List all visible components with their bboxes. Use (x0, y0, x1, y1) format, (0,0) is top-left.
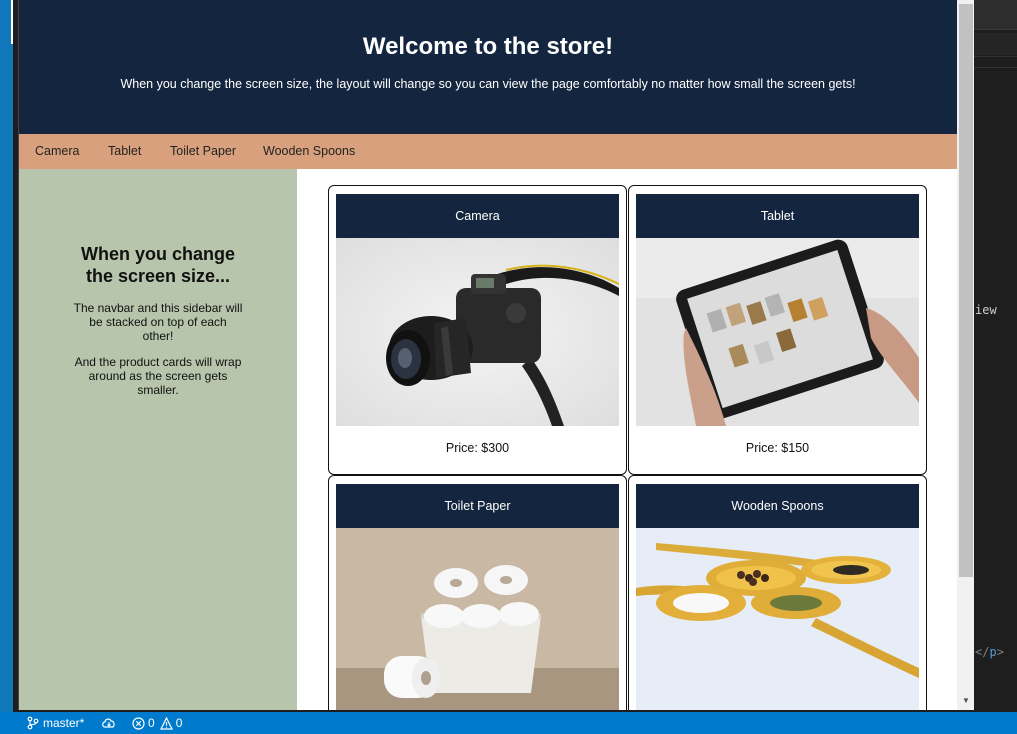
product-card-toilet-paper[interactable]: Toilet Paper (328, 475, 627, 710)
code-token-close: > (996, 645, 1004, 659)
vertical-scrollbar[interactable]: ▼ (957, 0, 974, 710)
warning-count: 0 (175, 716, 183, 730)
product-price: Price: $150 (745, 441, 810, 455)
nav-link-tablet[interactable]: Tablet (108, 144, 141, 158)
sync-button[interactable] (101, 716, 117, 730)
sidebar: When you change the screen size... The n… (19, 169, 297, 710)
editor-tab-bar[interactable] (974, 0, 1017, 30)
editor-breadcrumb[interactable] (974, 33, 1017, 55)
branch-name: master* (43, 716, 85, 730)
error-icon (132, 716, 145, 730)
source-control-icon (27, 716, 39, 730)
product-card-tablet[interactable]: Tablet Price: $150 (628, 185, 927, 475)
nav-link-wooden-spoons[interactable]: Wooden Spoons (263, 144, 355, 158)
sidebar-paragraph-2: And the product cards will wrap around a… (74, 355, 242, 397)
wooden-spoons-photo (636, 528, 919, 710)
scrollbar-thumb[interactable] (959, 4, 973, 577)
navbar: Camera Tablet Toilet Paper Wooden Spoons (19, 134, 957, 169)
error-count: 0 (148, 716, 155, 730)
page-subtitle: When you change the screen size, the lay… (120, 77, 856, 91)
nav-link-camera[interactable]: Camera (35, 144, 79, 158)
sidebar-title: When you change the screen size... (80, 244, 235, 286)
code-fragment-bottom[interactable]: </p> (975, 645, 1004, 659)
product-card-wooden-spoons[interactable]: Wooden Spoons (628, 475, 927, 710)
problems-indicator[interactable]: 0 0 (132, 716, 182, 730)
site-header: Welcome to the store! When you change th… (19, 0, 957, 134)
scroll-down-arrow-icon[interactable]: ▼ (957, 696, 974, 706)
tablet-photo (636, 238, 919, 426)
product-card-camera[interactable]: Camera Price: $300 (328, 185, 627, 475)
product-grid: Camera Price: $300 Tablet Price: $150 To… (297, 169, 957, 710)
branch-indicator[interactable]: master* (26, 716, 84, 730)
status-bar: master* 0 0 (0, 712, 1017, 734)
toilet-paper-photo (336, 528, 619, 710)
sidebar-paragraph-1: The navbar and this sidebar will be stac… (73, 301, 243, 343)
code-token-open: </ (975, 645, 990, 659)
store-page: Welcome to the store! When you change th… (19, 0, 957, 710)
activity-bar-edge (0, 0, 13, 712)
page-title: Welcome to the store! (362, 33, 614, 60)
product-price: Price: $300 (445, 441, 510, 455)
product-name: Camera (336, 194, 619, 238)
product-name: Toilet Paper (336, 484, 619, 528)
editor-current-line (974, 56, 1017, 68)
product-name: Tablet (636, 194, 919, 238)
camera-photo (336, 238, 619, 426)
browser-window: Welcome to the store! When you change th… (18, 0, 974, 710)
code-token-tag: p (989, 645, 997, 659)
product-name: Wooden Spoons (636, 484, 919, 528)
warning-icon (159, 716, 173, 730)
nav-link-toilet-paper[interactable]: Toilet Paper (170, 144, 236, 158)
sync-cloud-icon (102, 718, 115, 728)
active-indicator (11, 0, 13, 44)
code-fragment-top[interactable]: iew (975, 303, 997, 317)
